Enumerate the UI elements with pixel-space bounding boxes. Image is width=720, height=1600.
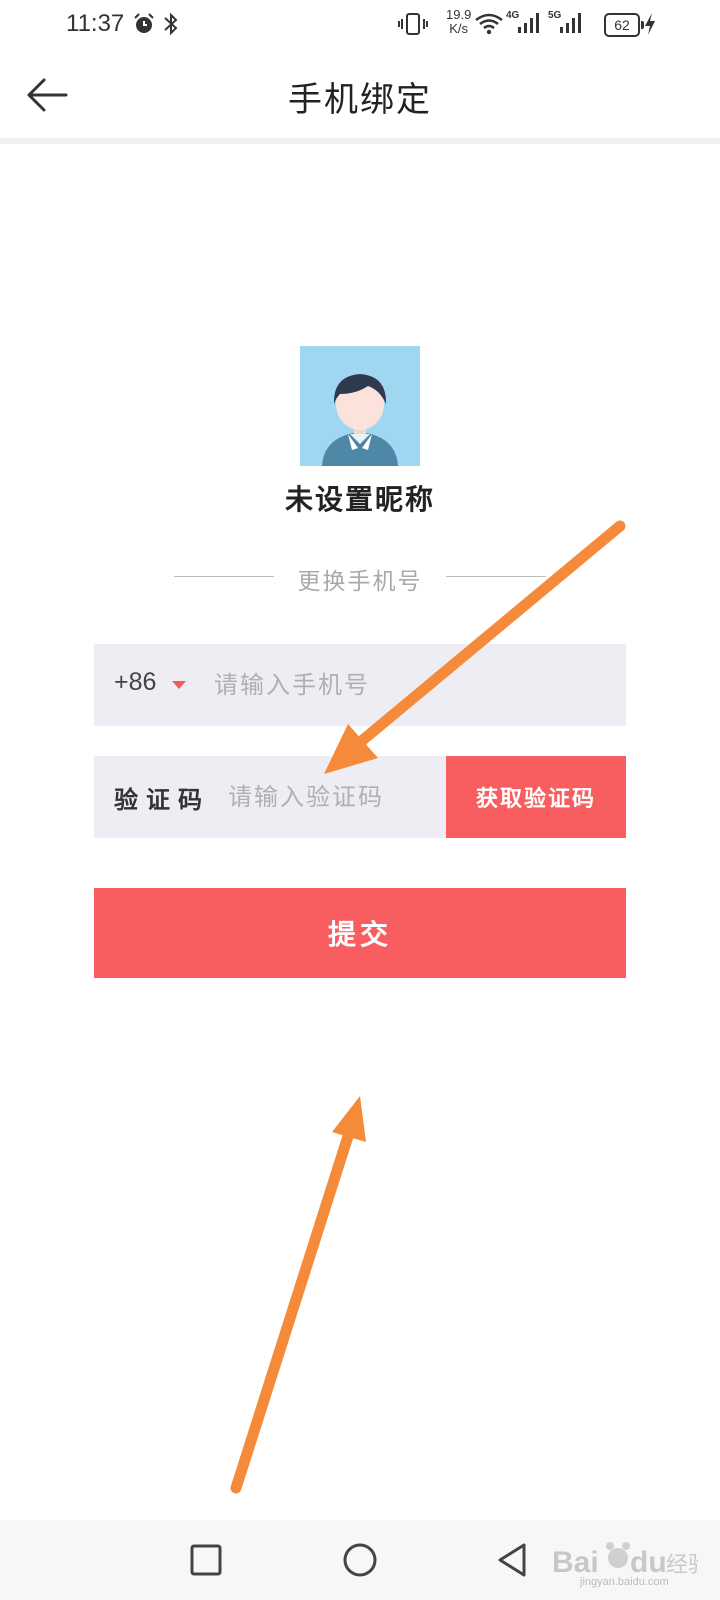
recent-apps-button[interactable] [184, 1538, 228, 1582]
home-icon [343, 1543, 377, 1577]
status-bar: 11:37 19.9 K/s 4G 5G 62 [0, 0, 720, 52]
battery-indicator: 62 [604, 13, 644, 37]
signal-icon [560, 13, 581, 33]
divider-line-right [446, 576, 546, 577]
network-speed: 19.9 K/s [446, 8, 471, 36]
title-bar: 手机绑定 [0, 52, 720, 144]
get-code-button[interactable]: 获取验证码 [446, 756, 626, 838]
svg-text:经验: 经验 [666, 1553, 698, 1578]
vibrate-icon [398, 13, 428, 35]
country-code[interactable]: +86 [114, 668, 156, 697]
signal-icon [518, 13, 539, 33]
avatar [300, 346, 420, 466]
verification-code-row: 验证码 获取验证码 [94, 756, 626, 838]
bluetooth-icon [164, 12, 178, 36]
back-triangle-icon [498, 1543, 526, 1577]
nickname: 未设置昵称 [284, 483, 435, 516]
wifi-icon [475, 13, 503, 35]
network-speed-unit: K/s [449, 21, 469, 36]
default-avatar-icon [300, 346, 420, 466]
section-label: 更换手机号 [297, 569, 423, 595]
svg-text:du: du [630, 1546, 667, 1579]
page-title: 手机绑定 [288, 80, 432, 120]
caret-down-icon[interactable] [172, 681, 186, 689]
svg-text:Bai: Bai [552, 1546, 599, 1579]
submit-button[interactable]: 提交 [94, 888, 626, 978]
home-button[interactable] [338, 1538, 382, 1582]
network-speed-value: 19.9 [446, 7, 472, 22]
phone-input-row: +86 [94, 644, 626, 726]
verification-code-label: 验证码 [114, 785, 210, 814]
verification-code-input[interactable] [228, 756, 438, 838]
charging-icon [645, 13, 655, 35]
annotation-arrow-lower [230, 1096, 366, 1494]
back-nav-button[interactable] [490, 1538, 534, 1582]
phone-binding-screen: 11:37 19.9 K/s 4G 5G 62 手机绑定 未设置昵称 更换手机号… [0, 0, 720, 1600]
status-time: 11:37 [66, 10, 125, 37]
alarm-icon [134, 13, 154, 33]
recent-apps-icon [190, 1544, 222, 1576]
watermark-url: jingyan.baidu.com [580, 1576, 669, 1588]
phone-input[interactable] [214, 644, 614, 726]
